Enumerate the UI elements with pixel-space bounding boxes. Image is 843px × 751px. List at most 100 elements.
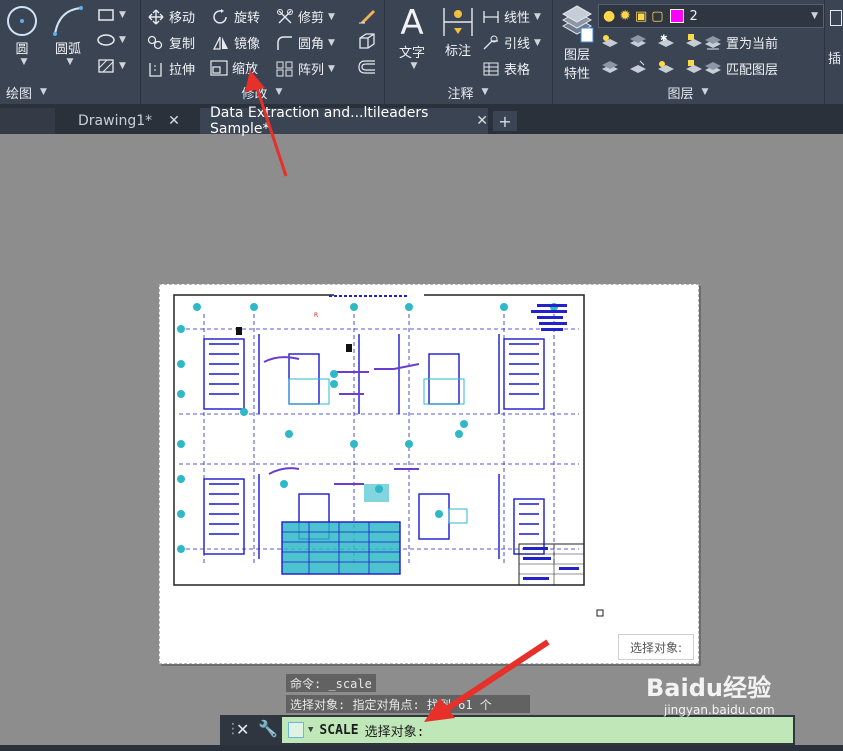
watermark-url: jingyan.baidu.com bbox=[664, 703, 775, 717]
grid-bubble bbox=[177, 440, 185, 448]
wrench-icon[interactable]: 🔧 bbox=[258, 719, 278, 738]
draw-panel-label[interactable]: 绘图 ▼ bbox=[0, 82, 140, 102]
tab-data-extraction[interactable]: Data Extraction and...ltileaders Sample*… bbox=[200, 105, 488, 137]
set-current-button[interactable]: 置为当前 bbox=[704, 33, 778, 52]
rotate-button[interactable]: 旋转 bbox=[212, 7, 260, 26]
erase-button[interactable] bbox=[357, 6, 377, 24]
annotation-panel: A 文字 ▼ 标注 线性 ▼ 引线 ▼ 表格 注释 ▼ bbox=[384, 0, 553, 104]
new-tab-button[interactable]: + bbox=[493, 111, 517, 131]
command-icon[interactable] bbox=[288, 722, 304, 738]
ribbon: 圆 ▼ 圆弧 ▼ ▼ ▼ ▼ 绘图 ▼ 移动 旋转 修剪 ▼ 复制 镜像 圆角 … bbox=[0, 0, 843, 104]
close-icon[interactable]: ✕ bbox=[476, 113, 488, 129]
table-icon bbox=[483, 62, 499, 75]
layer-tools-row-2 bbox=[600, 59, 704, 75]
linear-dimension-icon bbox=[483, 10, 499, 23]
mirror-button[interactable]: 镜像 bbox=[212, 33, 260, 52]
annotation-panel-label[interactable]: 注释 ▼ bbox=[384, 82, 552, 102]
copy-button[interactable]: 复制 bbox=[147, 33, 195, 52]
close-icon[interactable]: ✕ bbox=[168, 113, 180, 129]
viewport-freeze-icon[interactable]: ▣ bbox=[635, 9, 647, 24]
table-button[interactable]: 表格 bbox=[482, 59, 530, 78]
grid-bubble bbox=[177, 390, 185, 398]
stretch-button[interactable]: 拉伸 bbox=[147, 59, 195, 78]
grid-bubble bbox=[405, 303, 413, 311]
layer-on-icon[interactable] bbox=[600, 59, 620, 75]
chevron-down-icon: ▼ bbox=[701, 87, 709, 97]
command-input[interactable]: ▼ SCALE 选择对象: bbox=[282, 717, 793, 743]
ellipse-icon bbox=[97, 34, 115, 46]
command-history-line: 选择对象: 指定对角点: 找到 61 个 bbox=[286, 695, 530, 713]
text-tool[interactable]: A 文字 ▼ bbox=[392, 4, 432, 71]
layer-freeze-icon[interactable]: ✱ bbox=[656, 33, 676, 49]
chevron-down-icon[interactable]: ▼ bbox=[328, 12, 335, 22]
chevron-down-icon[interactable]: ▼ bbox=[811, 11, 818, 21]
svg-text:✱: ✱ bbox=[660, 34, 668, 44]
layer-dropdown[interactable]: ● ✹ ▣ ▢ 2 ▼ bbox=[598, 4, 824, 28]
dimension-tool[interactable]: 标注 bbox=[438, 4, 478, 59]
rotate-icon bbox=[213, 8, 227, 24]
layer-color-swatch bbox=[669, 9, 684, 23]
command-prompt: 选择对象: bbox=[364, 724, 425, 740]
floor-plan-drawing[interactable]: R bbox=[159, 284, 699, 664]
layer-properties-tool[interactable]: 图层 特性 bbox=[558, 4, 596, 82]
draw-panel: 圆 ▼ 圆弧 ▼ ▼ ▼ ▼ 绘图 ▼ bbox=[0, 0, 141, 104]
modify-panel-label[interactable]: 修改 ▼ bbox=[140, 82, 384, 102]
array-button[interactable]: 阵列 ▼ bbox=[276, 59, 335, 78]
hatch-tool[interactable]: ▼ bbox=[97, 58, 126, 74]
move-button[interactable]: 移动 bbox=[147, 7, 195, 26]
layers-panel-label[interactable]: 图层 ▼ bbox=[552, 82, 824, 102]
layer-unlock-icon[interactable] bbox=[684, 59, 704, 75]
layer-stack-icon bbox=[561, 5, 594, 43]
arc-tool[interactable]: 圆弧 ▼ bbox=[48, 4, 88, 67]
grid-bubble bbox=[405, 440, 413, 448]
grid-bubble bbox=[330, 380, 338, 388]
layer-off-icon[interactable] bbox=[600, 33, 620, 49]
layer-walk-icon[interactable] bbox=[628, 59, 648, 75]
rectangle-tool[interactable]: ▼ bbox=[97, 8, 126, 22]
modify-panel: 移动 旋转 修剪 ▼ 复制 镜像 圆角 ▼ 拉伸 缩放 阵列 ▼ 修改 ▼ bbox=[140, 0, 385, 104]
sun-icon[interactable]: ✹ bbox=[619, 8, 631, 24]
ellipse-tool[interactable]: ▼ bbox=[97, 33, 126, 47]
layer-isolate-icon[interactable] bbox=[628, 33, 648, 49]
circle-tool[interactable]: 圆 ▼ bbox=[3, 4, 41, 67]
offset-button[interactable] bbox=[357, 59, 377, 75]
tab-label: Drawing1* bbox=[78, 113, 153, 129]
layer-thaw-icon[interactable] bbox=[656, 59, 676, 75]
tab-start-gap bbox=[0, 108, 55, 134]
chevron-down-icon[interactable]: ▼ bbox=[328, 64, 335, 74]
layer-lock-icon[interactable] bbox=[684, 33, 704, 49]
chevron-down-icon[interactable]: ▼ bbox=[21, 57, 28, 67]
stretch-icon bbox=[149, 62, 162, 77]
circle-icon bbox=[7, 6, 37, 36]
linear-dim-button[interactable]: 线性 ▼ bbox=[482, 7, 541, 26]
explode-button[interactable] bbox=[357, 32, 377, 50]
tab-label: Data Extraction and...ltileaders Sample* bbox=[210, 105, 429, 137]
cube-icon bbox=[359, 33, 375, 49]
tab-drawing1[interactable]: Drawing1* ✕ bbox=[62, 108, 196, 134]
close-icon[interactable]: ✕ bbox=[236, 720, 249, 739]
chevron-down-icon[interactable]: ▼ bbox=[534, 38, 541, 48]
trim-button[interactable]: 修剪 ▼ bbox=[276, 7, 335, 26]
command-line: ⋮ ✕ 🔧 ▼ SCALE 选择对象: bbox=[220, 715, 795, 745]
grid-bubble bbox=[250, 303, 258, 311]
move-icon bbox=[148, 9, 164, 24]
lightbulb-icon[interactable]: ● bbox=[603, 8, 615, 24]
chevron-down-icon[interactable]: ▼ bbox=[411, 61, 418, 71]
leader-button[interactable]: 引线 ▼ bbox=[482, 33, 541, 52]
match-layer-button[interactable]: 匹配图层 bbox=[704, 59, 778, 78]
insert-panel-partial[interactable]: 插 bbox=[826, 10, 843, 90]
grid-bubble bbox=[177, 475, 185, 483]
scale-button[interactable]: 缩放 bbox=[210, 58, 258, 77]
chevron-down-icon[interactable]: ▼ bbox=[534, 12, 541, 22]
unlock-icon[interactable]: ▢ bbox=[651, 9, 663, 24]
arc-label: 圆弧 bbox=[54, 42, 81, 57]
chevron-down-icon[interactable]: ▼ bbox=[308, 725, 313, 735]
chevron-down-icon[interactable]: ▼ bbox=[67, 57, 74, 67]
grid-bubble bbox=[350, 440, 358, 448]
grid-bubble bbox=[435, 510, 443, 518]
copy-icon bbox=[147, 35, 163, 49]
layout-paper[interactable]: R bbox=[159, 284, 699, 664]
chevron-down-icon[interactable]: ▼ bbox=[328, 38, 335, 48]
dimension-icon bbox=[443, 8, 473, 36]
fillet-button[interactable]: 圆角 ▼ bbox=[276, 33, 335, 52]
